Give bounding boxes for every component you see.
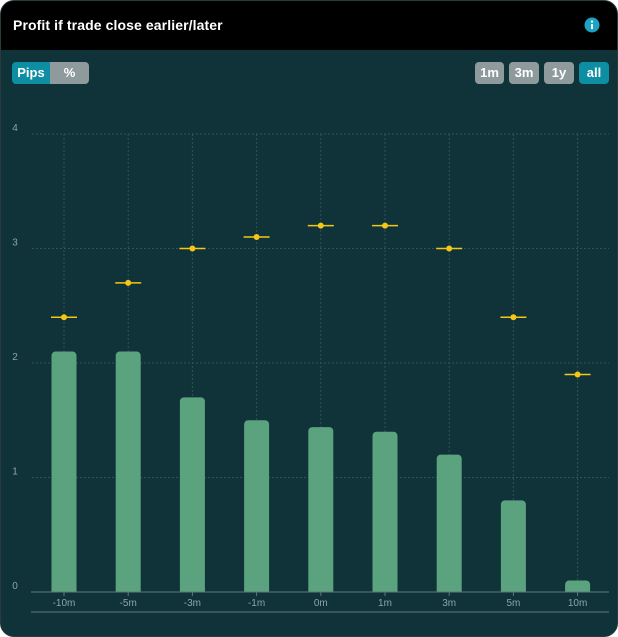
x-tick-label: -1m	[248, 598, 265, 609]
bar	[244, 420, 270, 592]
bar-base	[500, 588, 526, 592]
x-tick-label: 5m	[506, 598, 520, 609]
bar	[308, 427, 334, 592]
bar	[115, 351, 141, 592]
marker-point	[253, 234, 260, 241]
x-tick-label: 3m	[442, 598, 456, 609]
bar-base	[51, 588, 77, 592]
y-tick-label: 3	[12, 238, 18, 249]
y-tick-label: 4	[12, 123, 18, 134]
chart-card: Profit if trade close earlier/later Pips…	[0, 0, 618, 637]
marker-point	[317, 222, 324, 229]
x-tick-label: 10m	[568, 598, 587, 609]
x-tick-label: 0m	[314, 598, 328, 609]
y-tick-label: 2	[12, 352, 18, 363]
marker-point	[61, 314, 67, 321]
bar	[51, 351, 77, 592]
marker-point	[510, 314, 517, 321]
bar	[500, 500, 526, 592]
chart-title: Profit if trade close earlier/later	[13, 17, 223, 33]
bar-base	[179, 588, 205, 592]
bar-base	[308, 588, 334, 592]
marker-point	[125, 279, 132, 286]
x-tick-label: -5m	[120, 598, 137, 609]
marker-point	[189, 245, 196, 252]
bar-base	[372, 588, 398, 592]
x-tick-label: 1m	[378, 598, 392, 609]
y-tick-label: 1	[12, 467, 18, 478]
bar-base	[115, 588, 141, 592]
bar-base	[244, 588, 270, 592]
bar-base	[565, 588, 591, 592]
profit-chart: 0 1 2 3 4 -10m -5m -3m -1m 0m 1m 3m 5m 10m	[12, 123, 609, 613]
bar	[179, 397, 205, 592]
info-icon[interactable]	[584, 17, 600, 33]
bar	[436, 454, 462, 592]
marker-point	[574, 371, 581, 378]
marker-point	[382, 222, 388, 229]
card-header: Profit if trade close earlier/later	[1, 1, 617, 50]
x-tick-label: -10m	[53, 598, 76, 609]
bar-base	[436, 588, 462, 592]
marker-point	[446, 245, 453, 252]
x-tick-label: -3m	[184, 598, 201, 609]
bar	[372, 431, 398, 592]
y-tick-label: 0	[12, 581, 18, 592]
